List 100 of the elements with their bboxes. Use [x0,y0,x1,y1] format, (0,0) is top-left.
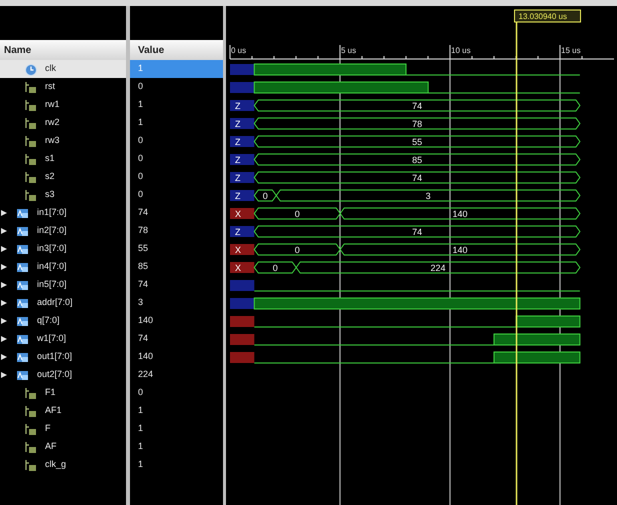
time-label: 0 us [231,46,246,55]
signal-name: addr[7:0] [37,296,73,310]
signal-name-row[interactable]: in1[7:0] [0,204,126,222]
signal-name-row[interactable]: s3 [0,186,126,204]
signal-name-row[interactable]: rw3 [0,132,126,150]
signal-name-row[interactable]: AF1 [0,402,126,420]
signal-name-row[interactable]: F1 [0,384,126,402]
bus-value-label: 140 [452,245,468,255]
signal-name-row[interactable]: in3[7:0] [0,240,126,258]
bus-value-label: 74 [412,227,422,237]
high-impedance-marker: Z [230,190,254,201]
signal-value[interactable]: 1 [130,96,223,114]
bus-value-label: 3 [426,191,431,201]
expand-arrow-icon[interactable] [0,353,8,361]
expand-arrow-icon[interactable] [0,335,8,343]
bus-value-label: 78 [412,119,422,129]
time-cursor[interactable] [516,22,518,505]
expand-arrow-icon[interactable] [0,317,8,325]
bus-signal-icon [16,278,29,292]
value-column-header[interactable]: Value [130,40,223,60]
signal-value[interactable]: 85 [130,258,223,276]
signal-value[interactable]: 1 [130,420,223,438]
expand-arrow-icon[interactable] [0,227,8,235]
signal-value[interactable]: 140 [130,348,223,366]
signal-name: in3[7:0] [37,242,67,256]
bus-signal-icon [16,260,29,274]
signal-value[interactable]: 0 [130,186,223,204]
bus-value-label: 0 [294,209,300,219]
high-level-pulse [516,316,580,328]
signal-name-row[interactable]: in2[7:0] [0,222,126,240]
signal-name-row[interactable]: F [0,420,126,438]
bus-signal-icon [16,368,29,382]
signal-value[interactable]: 1 [130,114,223,132]
signal-value[interactable]: 0 [130,168,223,186]
signal-value[interactable]: 78 [130,222,223,240]
signal-name-row[interactable]: in4[7:0] [0,258,126,276]
signal-name: in1[7:0] [37,206,67,220]
signal-name-row[interactable]: w1[7:0] [0,330,126,348]
bit-signal-icon [24,188,37,202]
signal-name-row[interactable]: q[7:0] [0,312,126,330]
signal-value[interactable]: 0 [130,78,223,96]
signal-name-row[interactable]: AF [0,438,126,456]
signal-value[interactable]: 1 [130,456,223,474]
signal-value[interactable]: 0 [130,132,223,150]
signal-name: s3 [45,188,55,202]
clock-signal-icon [24,62,37,76]
high-impedance-marker [230,64,254,75]
expand-arrow-icon[interactable] [0,371,8,379]
signal-name-row[interactable]: in5[7:0] [0,276,126,294]
signal-name: in5[7:0] [37,278,67,292]
bus-signal-icon [16,332,29,346]
signal-name-row[interactable]: rw1 [0,96,126,114]
bus-value-label: 224 [430,263,446,273]
expand-arrow-icon[interactable] [0,281,8,289]
signal-name-row[interactable]: s2 [0,168,126,186]
signal-value[interactable]: 1 [130,402,223,420]
signal-value[interactable]: 74 [130,276,223,294]
signal-name-row[interactable]: rw2 [0,114,126,132]
signal-name-row[interactable]: clk [0,60,126,78]
expand-arrow-icon[interactable] [0,245,8,253]
signal-value[interactable]: 140 [130,312,223,330]
signal-value[interactable]: 74 [130,204,223,222]
time-label: 5 us [341,46,356,55]
bus-value-label: 0 [262,191,268,201]
name-column-header[interactable]: Name [0,40,126,60]
bit-signal-icon [24,98,37,112]
bit-signal-icon [24,80,37,94]
unknown-state-marker: X [230,208,254,219]
signal-value[interactable]: 1 [130,438,223,456]
signal-name-row[interactable]: rst [0,78,126,96]
unknown-state-marker [230,334,254,345]
expand-arrow-icon[interactable] [0,209,8,217]
signal-name-row[interactable]: clk_g [0,456,126,474]
signal-name-row[interactable]: s1 [0,150,126,168]
signal-name: F1 [45,386,56,400]
signal-name-row[interactable]: out1[7:0] [0,348,126,366]
bit-signal-icon [24,170,37,184]
high-impedance-marker [230,82,254,93]
unknown-state-marker [230,316,254,327]
bit-signal-icon [24,404,37,418]
signal-value[interactable]: 0 [130,150,223,168]
signal-name: rst [45,80,55,94]
high-impedance-marker: Z [230,118,254,129]
expand-arrow-icon[interactable] [0,299,8,307]
signal-value[interactable]: 55 [130,240,223,258]
signal-value[interactable]: 3 [130,294,223,312]
unknown-state-marker [230,352,254,363]
signal-name-row[interactable]: out2[7:0] [0,366,126,384]
time-label: 10 us [451,46,471,55]
cursor-time-label: 13.030940 us [514,10,582,22]
signal-name: rw1 [45,98,60,112]
bus-signal-icon [16,350,29,364]
signal-value[interactable]: 224 [130,366,223,384]
high-impedance-marker: Z [230,226,254,237]
signal-name-row[interactable]: addr[7:0] [0,294,126,312]
signal-value[interactable]: 74 [130,330,223,348]
signal-name: clk [45,62,56,76]
signal-value[interactable]: 0 [130,384,223,402]
bus-value-label: 55 [412,137,422,147]
expand-arrow-icon[interactable] [0,263,8,271]
